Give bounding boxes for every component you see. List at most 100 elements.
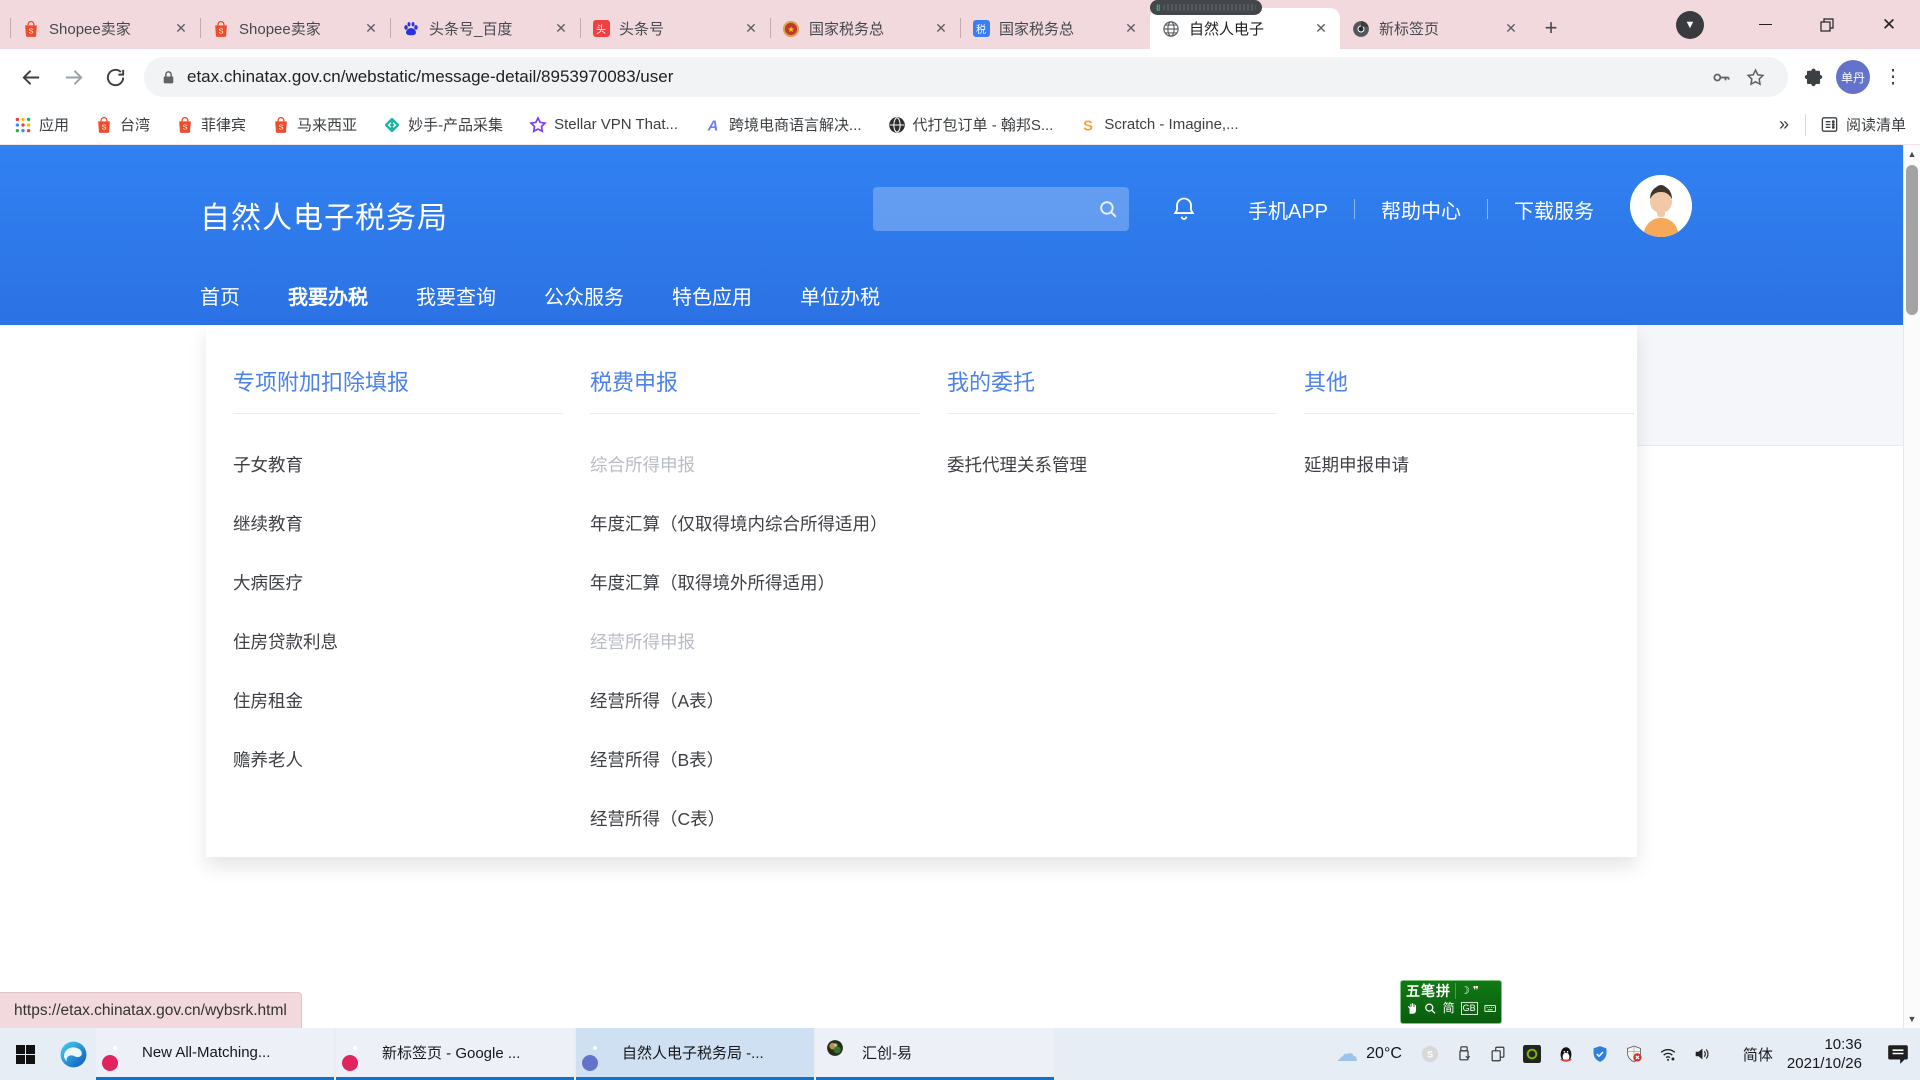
tab-search-button[interactable]: ▼	[1676, 11, 1704, 39]
menu-item[interactable]: 经营所得（C表）	[590, 804, 910, 834]
bookmark-item[interactable]: S台湾	[95, 114, 150, 135]
close-window-button[interactable]: ✕	[1858, 0, 1920, 49]
menu-item[interactable]: 年度汇算（取得境外所得适用）	[590, 568, 910, 598]
tab-title: Shopee卖家	[239, 18, 362, 39]
bookmark-item[interactable]: 代打包订单 - 翰邦S...	[888, 114, 1054, 135]
menu-item[interactable]: 委托代理关系管理	[947, 450, 1267, 480]
nav-item-0[interactable]: 首页	[200, 265, 240, 325]
tray-copy-button[interactable]	[1488, 1044, 1509, 1065]
menu-item[interactable]: 年度汇算（仅取得境内综合所得适用）	[590, 509, 910, 539]
menu-item[interactable]: 大病医疗	[233, 568, 553, 598]
scroll-down-arrow[interactable]: ▼	[1904, 1011, 1920, 1027]
tray-qq-button[interactable]	[1556, 1044, 1577, 1065]
bookmark-item[interactable]: S马来西亚	[272, 114, 357, 135]
tray-nvidia-button[interactable]	[1522, 1044, 1543, 1065]
back-icon	[20, 66, 43, 89]
bookmark-item[interactable]: S菲律宾	[176, 114, 246, 135]
bookmark-item[interactable]: Stellar VPN That...	[529, 116, 678, 134]
taskbar-app-button[interactable]: 新标签页 - Google ...	[336, 1028, 574, 1080]
edge-taskbar-button[interactable]	[50, 1028, 96, 1080]
user-avatar[interactable]	[1630, 175, 1692, 237]
media-ridges	[1163, 4, 1256, 11]
tray-usb-button[interactable]	[1454, 1044, 1475, 1065]
nav-item-3[interactable]: 公众服务	[544, 265, 624, 325]
bookmarks-overflow-button[interactable]: »	[1779, 114, 1789, 135]
menu-item[interactable]: 经营所得（B表）	[590, 745, 910, 775]
action-center-button[interactable]	[1876, 1028, 1920, 1080]
reading-list-button[interactable]: 阅读清单	[1820, 114, 1906, 135]
ime-charset-label[interactable]: GB	[1461, 1002, 1478, 1015]
browser-tab[interactable]: 头头条号✕	[580, 8, 770, 49]
notification-icon	[1886, 1042, 1910, 1066]
notifications-button[interactable]	[1162, 187, 1206, 231]
header-link[interactable]: 下载服务	[1488, 195, 1620, 224]
scroll-up-arrow[interactable]: ▲	[1904, 146, 1920, 162]
ime-toolbar[interactable]: 五笔拼 ☽ ❞ 简 GB	[1400, 980, 1502, 1024]
browser-tab[interactable]: 头条号_百度✕	[390, 8, 580, 49]
tab-close-button[interactable]: ✕	[552, 20, 570, 38]
taskbar-button-label: New All-Matching...	[142, 1044, 270, 1061]
tray-s-circle-button[interactable]: S	[1420, 1044, 1441, 1065]
nav-item-1[interactable]: 我要办税	[288, 265, 368, 325]
tray-wifi-button[interactable]	[1658, 1044, 1679, 1065]
start-button[interactable]	[0, 1028, 50, 1080]
browser-profile-avatar[interactable]: 单丹	[1836, 60, 1870, 94]
restore-button[interactable]	[1796, 0, 1858, 49]
input-language-button[interactable]: 简体	[1743, 1044, 1773, 1065]
tab-close-button[interactable]: ✕	[1502, 20, 1520, 38]
weather-widget[interactable]: ☁ 20°C	[1336, 1041, 1402, 1067]
scrollbar-thumb[interactable]	[1906, 165, 1918, 315]
menu-item[interactable]: 住房贷款利息	[233, 627, 553, 657]
bookmark-item[interactable]: 应用	[14, 114, 69, 135]
tab-close-button[interactable]: ✕	[932, 20, 950, 38]
address-bar[interactable]: etax.chinatax.gov.cn/webstatic/message-d…	[144, 57, 1788, 97]
nav-item-4[interactable]: 特色应用	[672, 265, 752, 325]
ime-search-icon[interactable]	[1424, 1002, 1436, 1015]
new-tab-button[interactable]: +	[1536, 13, 1566, 43]
tab-close-button[interactable]: ✕	[742, 20, 760, 38]
tab-close-button[interactable]: ✕	[362, 20, 380, 38]
password-manager-button[interactable]	[1704, 60, 1738, 94]
browser-tab[interactable]: ★国家税务总✕	[770, 8, 960, 49]
browser-tab[interactable]: SShopee卖家✕	[10, 8, 200, 49]
minimize-button[interactable]	[1734, 0, 1796, 49]
menu-item[interactable]: 住房租金	[233, 686, 553, 716]
taskbar-app-button[interactable]: 自然人电子税务局 -...	[576, 1028, 814, 1080]
tray-volume-button[interactable]	[1692, 1044, 1713, 1065]
bookmark-item[interactable]: 妙手-产品采集	[383, 114, 503, 135]
taskbar-clock[interactable]: 10:36 2021/10/26	[1787, 1035, 1862, 1073]
menu-item[interactable]: 延期申报申请	[1304, 450, 1624, 480]
tab-close-button[interactable]: ✕	[172, 20, 190, 38]
browser-menu-button[interactable]: ⋮	[1876, 60, 1910, 94]
bookmark-item[interactable]: A跨境电商语言解决...	[704, 114, 862, 135]
reload-button[interactable]	[94, 56, 136, 98]
ime-hand-icon[interactable]	[1406, 1002, 1418, 1015]
taskbar-app-button[interactable]: 汇创-易	[816, 1028, 1054, 1080]
tray-shield-red-button[interactable]	[1624, 1044, 1645, 1065]
page-scrollbar[interactable]: ▲ ▼	[1903, 145, 1920, 1028]
bookmark-item[interactable]: SScratch - Imagine,...	[1079, 116, 1238, 134]
header-link[interactable]: 帮助中心	[1355, 195, 1487, 224]
nav-item-5[interactable]: 单位办税	[800, 265, 880, 325]
ime-mode-label[interactable]: 简	[1443, 999, 1455, 1017]
forward-button[interactable]	[52, 56, 94, 98]
bookmark-page-button[interactable]	[1738, 60, 1772, 94]
menu-item[interactable]: 经营所得（A表）	[590, 686, 910, 716]
menu-item[interactable]: 赡养老人	[233, 745, 553, 775]
menu-item[interactable]: 继续教育	[233, 509, 553, 539]
ime-keyboard-icon[interactable]	[1484, 1002, 1496, 1015]
site-search-input[interactable]	[873, 187, 1129, 231]
taskbar-app-button[interactable]: New All-Matching...	[96, 1028, 334, 1080]
browser-tab[interactable]: SShopee卖家✕	[200, 8, 390, 49]
extensions-button[interactable]	[1796, 60, 1830, 94]
back-button[interactable]	[10, 56, 52, 98]
tray-shield-blue-button[interactable]	[1590, 1044, 1611, 1065]
browser-tab[interactable]: 新标签页✕	[1340, 8, 1530, 49]
tab-close-button[interactable]: ✕	[1312, 20, 1330, 38]
menu-item[interactable]: 子女教育	[233, 450, 553, 480]
tab-close-button[interactable]: ✕	[1122, 20, 1140, 38]
window-controls: ▼ ✕	[1676, 0, 1920, 49]
header-link[interactable]: 手机APP	[1222, 195, 1354, 224]
browser-tab[interactable]: 税国家税务总✕	[960, 8, 1150, 49]
nav-item-2[interactable]: 我要查询	[416, 265, 496, 325]
